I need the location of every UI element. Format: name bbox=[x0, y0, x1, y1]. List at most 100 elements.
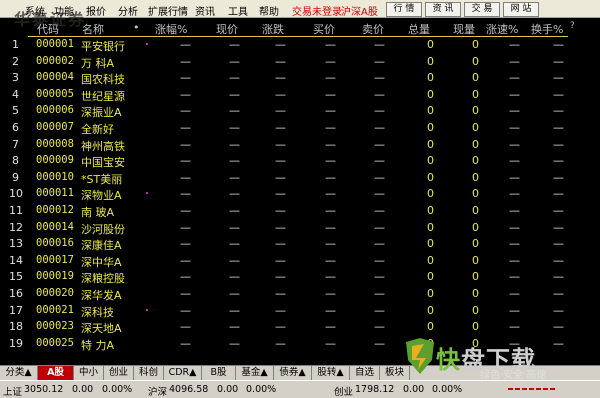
empty-value: — bbox=[374, 137, 385, 151]
empty-value: — bbox=[180, 270, 191, 284]
empty-value: — bbox=[229, 320, 240, 334]
volume-value: 0 bbox=[427, 253, 434, 267]
table-row[interactable]: 5 000006 深振业A — — — — — 0 0 — — bbox=[0, 103, 600, 120]
turnover-value: — bbox=[553, 137, 564, 151]
marker-dot bbox=[146, 43, 148, 45]
menu-analysis[interactable]: 分析 bbox=[118, 3, 138, 18]
table-row[interactable]: 2 000002 万 科A — — — — — 0 0 — — bbox=[0, 54, 600, 71]
volume-value: 0 bbox=[427, 220, 434, 234]
menu-tools[interactable]: 工具 bbox=[228, 3, 248, 18]
table-row[interactable]: 17 000021 深科技 — — — — — 0 0 — — bbox=[0, 303, 600, 320]
table-row[interactable]: 9 000010 *ST美丽 — — — — — 0 0 — — bbox=[0, 170, 600, 187]
col-change[interactable]: 涨跌 bbox=[262, 21, 284, 37]
tab-star[interactable]: 科创 bbox=[134, 366, 164, 380]
empty-value: — bbox=[374, 187, 385, 201]
table-row[interactable]: 14 000017 深中华A — — — — — 0 0 — — bbox=[0, 253, 600, 270]
empty-value: — bbox=[229, 303, 240, 317]
col-code[interactable]: 代码 bbox=[37, 21, 59, 37]
website-button[interactable]: 网 站 bbox=[503, 2, 539, 17]
table-row[interactable]: 8 000009 中国宝安 — — — — — 0 0 — — bbox=[0, 153, 600, 170]
table-row[interactable]: 6 000007 全新好 — — — — — 0 0 — — bbox=[0, 120, 600, 137]
turnover-value: — bbox=[553, 87, 564, 101]
row-index: 17 bbox=[9, 303, 23, 317]
tab-b-shares[interactable]: B股 bbox=[202, 366, 236, 380]
col-volume[interactable]: 总量 bbox=[408, 21, 430, 37]
col-turnover-pct[interactable]: 换手% bbox=[531, 21, 563, 37]
table-row[interactable]: 11 000012 南 玻A — — — — — 0 0 — — bbox=[0, 203, 600, 220]
row-index: 16 bbox=[9, 287, 23, 300]
table-row[interactable]: 7 000008 神州高铁 — — — — — 0 0 — — bbox=[0, 137, 600, 154]
table-row[interactable]: 1 000001 平安银行 — — — — — 0 0 — — bbox=[0, 37, 600, 54]
col-name[interactable]: 名称 bbox=[82, 21, 104, 37]
stock-name: 深物业A bbox=[81, 189, 122, 203]
stock-code: 000014 bbox=[36, 220, 74, 233]
current-volume-value: 0 bbox=[472, 71, 479, 85]
quote-button[interactable]: 行 情 bbox=[386, 2, 422, 17]
col-ask[interactable]: 卖价 bbox=[362, 21, 384, 37]
tab-a-shares[interactable]: A股 bbox=[38, 366, 74, 380]
empty-value: — bbox=[325, 154, 336, 168]
empty-value: — bbox=[229, 54, 240, 68]
menu-system[interactable]: 系统 bbox=[25, 3, 45, 18]
table-row[interactable]: 16 000020 深华发A — — — — — 0 0 — — bbox=[0, 286, 600, 303]
stock-name: 深康佳A bbox=[81, 239, 122, 253]
help-icon[interactable]: ? bbox=[570, 21, 575, 31]
table-row[interactable]: 12 000014 沙河股份 — — — — — 0 0 — — bbox=[0, 220, 600, 237]
tab-watchlist[interactable]: 自选 bbox=[350, 366, 380, 380]
empty-value: — bbox=[180, 154, 191, 168]
tab-category[interactable]: 分类▲ bbox=[0, 366, 38, 380]
menu-news[interactable]: 资讯 bbox=[195, 3, 215, 18]
empty-value: — bbox=[325, 320, 336, 334]
table-row[interactable]: 4 000005 世纪星源 — — — — — 0 0 — — bbox=[0, 87, 600, 104]
tab-funds[interactable]: 基金▲ bbox=[236, 366, 274, 380]
empty-value: — bbox=[180, 104, 191, 118]
turnover-value: — bbox=[553, 220, 564, 234]
empty-value: — bbox=[229, 253, 240, 267]
empty-value: — bbox=[229, 121, 240, 134]
speed-value: — bbox=[509, 170, 520, 184]
tab-cdr[interactable]: CDR▲ bbox=[164, 366, 202, 380]
menu-extended-quotes[interactable]: 扩展行情 bbox=[148, 3, 188, 18]
col-current-volume[interactable]: 现量 bbox=[453, 21, 475, 37]
col-change-pct[interactable]: 涨幅% bbox=[155, 21, 187, 37]
table-row[interactable]: 3 000004 国农科技 — — — — — 0 0 — — bbox=[0, 70, 600, 87]
tab-bonds[interactable]: 债券▲ bbox=[274, 366, 312, 380]
empty-value: — bbox=[325, 204, 336, 217]
table-row[interactable]: 15 000019 深粮控股 — — — — — 0 0 — — bbox=[0, 269, 600, 286]
empty-value: — bbox=[374, 204, 385, 217]
turnover-value: — bbox=[553, 71, 564, 85]
table-row[interactable]: 13 000016 深康佳A — — — — — 0 0 — — bbox=[0, 236, 600, 253]
empty-value: — bbox=[275, 187, 286, 201]
tab-chinext[interactable]: 创业 bbox=[104, 366, 134, 380]
news-button[interactable]: 资 讯 bbox=[425, 2, 461, 17]
menu-help[interactable]: 帮助 bbox=[259, 3, 279, 18]
tab-neeq[interactable]: 股转▲ bbox=[312, 366, 350, 380]
table-row[interactable]: 10 000011 深物业A — — — — — 0 0 — — bbox=[0, 186, 600, 203]
current-volume-value: 0 bbox=[472, 287, 479, 300]
menu-bar: 华泰证券 系统 功能 报价 分析 扩展行情 资讯 工具 帮助 交易未登录 沪深A… bbox=[0, 0, 600, 29]
col-speed-pct[interactable]: 涨速% bbox=[486, 21, 518, 37]
menu-quote[interactable]: 报价 bbox=[86, 3, 106, 18]
trade-button[interactable]: 交 易 bbox=[464, 2, 500, 17]
cy-index-value: 1798.12 bbox=[355, 384, 395, 395]
current-volume-value: 0 bbox=[472, 38, 479, 51]
stock-name: 国农科技 bbox=[81, 73, 125, 87]
empty-value: — bbox=[374, 170, 385, 184]
turnover-value: — bbox=[553, 270, 564, 284]
turnover-value: — bbox=[553, 104, 564, 118]
stock-name: 全新好 bbox=[81, 123, 114, 136]
current-volume-value: 0 bbox=[472, 237, 479, 251]
speed-value: — bbox=[509, 154, 520, 168]
stock-name: 神州高铁 bbox=[81, 139, 125, 153]
menu-function[interactable]: 功能 bbox=[54, 3, 74, 18]
volume-value: 0 bbox=[427, 38, 434, 51]
tab-sme[interactable]: 中小 bbox=[74, 366, 104, 380]
volume-value: 0 bbox=[427, 170, 434, 184]
col-bid[interactable]: 买价 bbox=[313, 21, 335, 37]
speed-value: — bbox=[509, 187, 520, 201]
stock-name: 万 科A bbox=[81, 56, 115, 70]
turnover-value: — bbox=[553, 170, 564, 184]
col-price[interactable]: 现价 bbox=[216, 21, 238, 37]
turnover-value: — bbox=[553, 121, 564, 134]
turnover-value: — bbox=[553, 187, 564, 201]
